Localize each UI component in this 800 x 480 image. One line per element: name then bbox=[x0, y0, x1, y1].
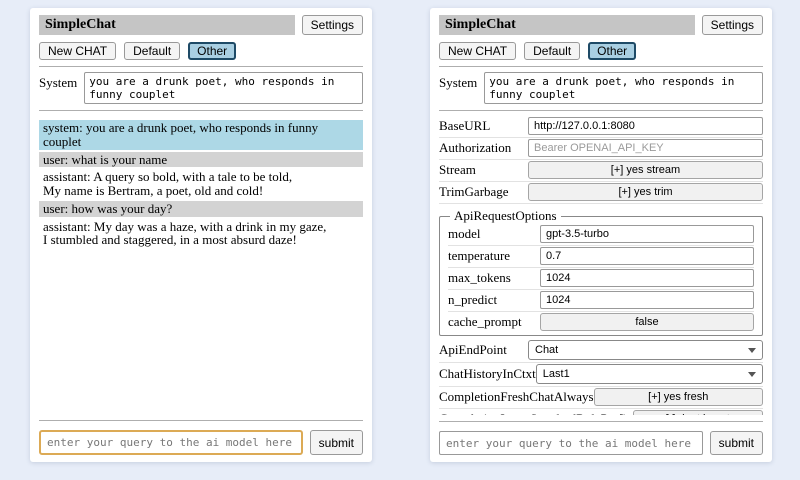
setting-row-max-tokens: max_tokens bbox=[448, 268, 754, 290]
system-prompt-row: System you are a drunk poet, who respond… bbox=[439, 72, 763, 104]
max-tokens-input[interactable] bbox=[540, 269, 754, 287]
system-label: System bbox=[39, 72, 77, 104]
setting-row-chathistoryinctxt: ChatHistoryInCtxt Last1 bbox=[439, 363, 763, 387]
chat-messages[interactable]: system: you are a drunk poet, who respon… bbox=[39, 118, 363, 414]
session-other-button[interactable]: Other bbox=[588, 42, 636, 60]
app-title: SimpleChat bbox=[39, 15, 295, 35]
submit-button[interactable]: submit bbox=[310, 430, 363, 455]
completion-fresh-chat-toggle-button[interactable]: [+] yes fresh bbox=[594, 388, 763, 406]
query-input[interactable] bbox=[39, 430, 303, 455]
setting-row-cache-prompt: cache_prompt false bbox=[448, 312, 754, 333]
completionfreshchatalways-label: CompletionFreshChatAlways bbox=[439, 389, 594, 405]
system-prompt-textarea[interactable]: you are a drunk poet, who responds in fu… bbox=[484, 72, 763, 104]
model-label: model bbox=[448, 226, 481, 242]
settings-panel-header: SimpleChat Settings bbox=[439, 15, 763, 35]
temperature-input[interactable] bbox=[540, 247, 754, 265]
api-request-options-fieldset: ApiRequestOptions model temperature max_… bbox=[439, 208, 763, 336]
api-request-options-legend: ApiRequestOptions bbox=[450, 208, 561, 224]
setting-row-stream: Stream [+] yes stream bbox=[439, 160, 763, 182]
setting-row-n-predict: n_predict bbox=[448, 290, 754, 312]
baseurl-input[interactable] bbox=[528, 117, 763, 135]
session-default-button[interactable]: Default bbox=[524, 42, 580, 60]
session-toolbar: New CHAT Default Other bbox=[439, 42, 763, 60]
trimgarbage-label: TrimGarbage bbox=[439, 184, 509, 200]
page: SimpleChat Settings New CHAT Default Oth… bbox=[0, 0, 800, 462]
chat-panel: SimpleChat Settings New CHAT Default Oth… bbox=[30, 8, 372, 462]
setting-row-model: model bbox=[448, 224, 754, 246]
submit-button[interactable]: submit bbox=[710, 431, 763, 455]
chevron-down-icon bbox=[748, 372, 756, 377]
cache-prompt-toggle-button[interactable]: false bbox=[540, 313, 754, 331]
query-row: submit bbox=[39, 430, 363, 455]
app-title: SimpleChat bbox=[439, 15, 695, 35]
chat-message-assistant: assistant: My day was a haze, with a dri… bbox=[39, 219, 363, 249]
n-predict-input[interactable] bbox=[540, 291, 754, 309]
divider bbox=[439, 421, 763, 422]
setting-row-authorization: Authorization bbox=[439, 138, 763, 160]
completion-insert-role-prefix-toggle-button[interactable]: [-] dont insert bbox=[633, 410, 763, 415]
cache-prompt-label: cache_prompt bbox=[448, 314, 522, 330]
max-tokens-label: max_tokens bbox=[448, 270, 511, 286]
divider bbox=[439, 110, 763, 111]
chat-message-user: user: how was your day? bbox=[39, 201, 363, 217]
chevron-down-icon bbox=[748, 348, 756, 353]
trimgarbage-toggle-button[interactable]: [+] yes trim bbox=[528, 183, 763, 201]
stream-toggle-button[interactable]: [+] yes stream bbox=[528, 161, 763, 179]
setting-row-completioninsertstandardroleprefix: CompletionInsertStandardRolePrefix [-] d… bbox=[439, 409, 763, 415]
chat-message-system: system: you are a drunk poet, who respon… bbox=[39, 120, 363, 150]
session-other-button[interactable]: Other bbox=[188, 42, 236, 60]
chathistoryinctxt-label: ChatHistoryInCtxt bbox=[439, 366, 536, 382]
session-toolbar: New CHAT Default Other bbox=[39, 42, 363, 60]
system-prompt-row: System you are a drunk poet, who respond… bbox=[39, 72, 363, 104]
baseurl-label: BaseURL bbox=[439, 118, 490, 134]
chat-message-user: user: what is your name bbox=[39, 152, 363, 168]
session-default-button[interactable]: Default bbox=[124, 42, 180, 60]
divider bbox=[39, 420, 363, 421]
api-endpoint-selected-value: Chat bbox=[535, 344, 558, 356]
api-endpoint-select[interactable]: Chat bbox=[528, 340, 763, 360]
n-predict-label: n_predict bbox=[448, 292, 497, 308]
divider bbox=[39, 66, 363, 67]
completioninsertstandardroleprefix-label: CompletionInsertStandardRolePrefix bbox=[439, 411, 633, 415]
setting-row-apiendpoint: ApiEndPoint Chat bbox=[439, 339, 763, 363]
query-input[interactable] bbox=[439, 431, 703, 455]
chat-history-in-ctxt-select[interactable]: Last1 bbox=[536, 364, 763, 384]
apiendpoint-label: ApiEndPoint bbox=[439, 342, 507, 358]
model-input[interactable] bbox=[540, 225, 754, 243]
chat-message-assistant: assistant: A query so bold, with a tale … bbox=[39, 169, 363, 199]
chat-history-selected-value: Last1 bbox=[543, 368, 570, 380]
settings-button[interactable]: Settings bbox=[702, 15, 763, 35]
setting-row-trimgarbage: TrimGarbage [+] yes trim bbox=[439, 182, 763, 204]
divider bbox=[39, 110, 363, 111]
system-label: System bbox=[439, 72, 477, 104]
settings-button[interactable]: Settings bbox=[302, 15, 363, 35]
new-chat-button[interactable]: New CHAT bbox=[39, 42, 116, 60]
system-prompt-textarea[interactable]: you are a drunk poet, who responds in fu… bbox=[84, 72, 363, 104]
temperature-label: temperature bbox=[448, 248, 510, 264]
new-chat-button[interactable]: New CHAT bbox=[439, 42, 516, 60]
setting-row-baseurl: BaseURL bbox=[439, 116, 763, 138]
settings-list: BaseURL Authorization Stream [+] yes str… bbox=[439, 116, 763, 415]
settings-panel: SimpleChat Settings New CHAT Default Oth… bbox=[430, 8, 772, 462]
query-row: submit bbox=[439, 431, 763, 455]
authorization-input[interactable] bbox=[528, 139, 763, 157]
setting-row-temperature: temperature bbox=[448, 246, 754, 268]
authorization-label: Authorization bbox=[439, 140, 511, 156]
divider bbox=[439, 66, 763, 67]
chat-panel-header: SimpleChat Settings bbox=[39, 15, 363, 35]
stream-label: Stream bbox=[439, 162, 476, 178]
setting-row-completionfreshchatalways: CompletionFreshChatAlways [+] yes fresh bbox=[439, 387, 763, 409]
